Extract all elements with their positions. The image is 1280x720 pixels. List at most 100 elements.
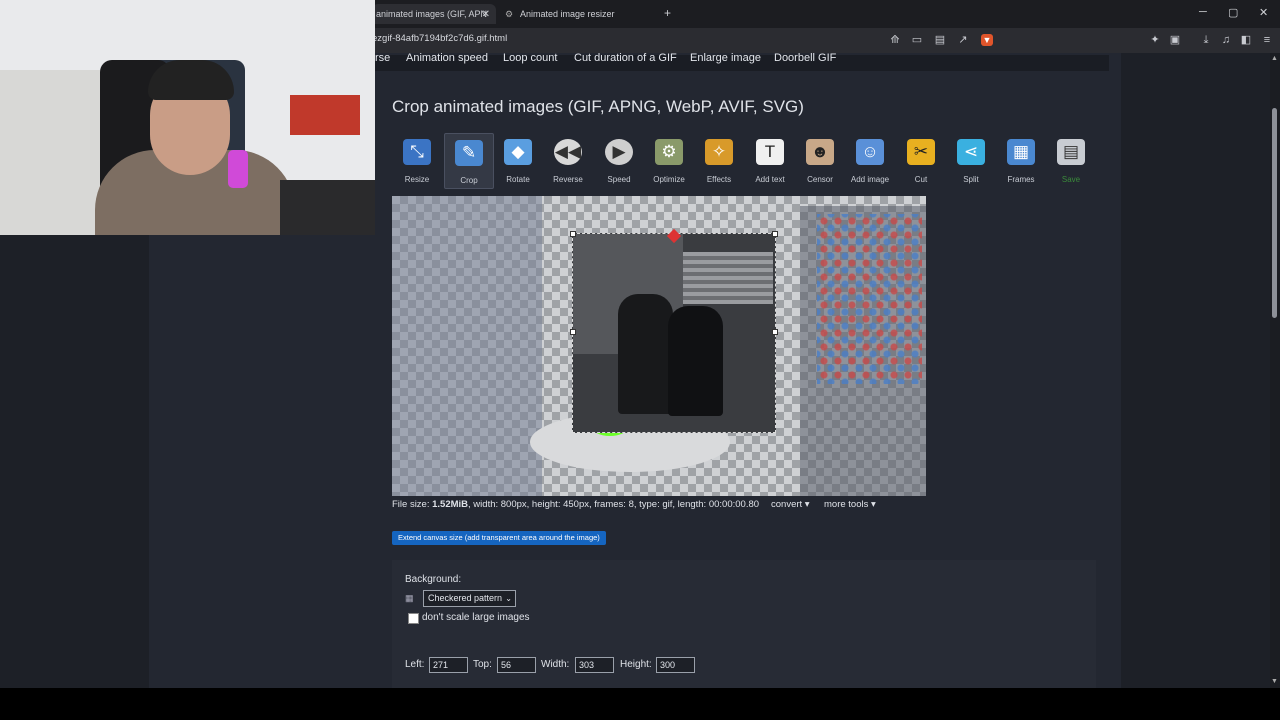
- nav-link-enlarge-image[interactable]: Enlarge image: [690, 52, 761, 64]
- crop-handle-e[interactable]: [772, 329, 778, 335]
- background-select[interactable]: Checkered pattern ⌄: [423, 590, 516, 607]
- left-input[interactable]: 271: [429, 657, 468, 673]
- tool-effects[interactable]: ✧ Effects: [695, 133, 743, 187]
- tab-other[interactable]: ⚙ Animated image resizer: [498, 4, 674, 24]
- scene-person: [618, 294, 673, 414]
- share-icon[interactable]: ↗: [957, 34, 969, 46]
- nav-link-loop-count[interactable]: Loop count: [503, 52, 557, 64]
- scrollbar-thumb[interactable]: [1272, 108, 1277, 318]
- top-input[interactable]: 56: [497, 657, 536, 673]
- resize-icon: ⤡: [403, 139, 431, 165]
- save-icon: ▤: [1057, 139, 1085, 165]
- add-text-icon: T: [756, 139, 784, 165]
- gear-favicon-icon: ⚙: [504, 9, 514, 19]
- tool-split[interactable]: ⋖ Split: [947, 133, 995, 187]
- url-field[interactable]: ezgif-84afb7194bf2c7d6.gif.html: [372, 33, 507, 44]
- extensions-icon[interactable]: ✦: [1149, 34, 1161, 46]
- add-image-icon: ☺: [856, 139, 884, 165]
- tool-speed[interactable]: ▶ Speed: [595, 133, 643, 187]
- left-label: Left:: [405, 659, 425, 670]
- tool-crop[interactable]: ✎ Crop: [444, 133, 494, 189]
- bottom-bar: [0, 688, 1280, 720]
- page-title: Crop animated images (GIF, APNG, WebP, A…: [392, 97, 804, 116]
- chevron-down-icon: ⌄: [505, 594, 512, 603]
- dont-scale-label: don't scale large images: [422, 612, 530, 623]
- cast-icon[interactable]: ▭: [911, 34, 923, 46]
- tool-rotate[interactable]: ◆ Rotate: [494, 133, 542, 187]
- download-icon[interactable]: ⤓: [1200, 34, 1212, 46]
- speed-icon: ▶: [605, 139, 633, 165]
- tool-label: Rotate: [506, 175, 530, 184]
- height-label: Height:: [620, 659, 652, 670]
- tool-label: Effects: [706, 175, 732, 184]
- tool-save[interactable]: ▤ Save: [1047, 133, 1095, 187]
- webcam-overlay: [0, 0, 375, 235]
- scissors-icon: ✂: [907, 139, 935, 165]
- tool-optimize[interactable]: ⚙ Optimize: [645, 133, 693, 187]
- file-size-label: File size:: [392, 499, 433, 510]
- crop-handle-w[interactable]: [570, 329, 576, 335]
- music-icon[interactable]: ♫: [1220, 34, 1232, 46]
- scroll-down-icon[interactable]: ▼: [1271, 678, 1278, 685]
- sidebar-icon[interactable]: ◧: [1240, 34, 1252, 46]
- close-window-button[interactable]: ✕: [1259, 6, 1268, 19]
- tool-label: Add image: [850, 175, 890, 184]
- tool-add-image[interactable]: ☺ Add image: [846, 133, 894, 187]
- tool-cut[interactable]: ✂ Cut: [897, 133, 945, 187]
- close-tab-icon[interactable]: ✕: [482, 9, 490, 20]
- width-label: Width:: [541, 659, 570, 670]
- nav-link-cut-duration[interactable]: Cut duration of a GIF: [574, 52, 677, 64]
- top-label: Top:: [473, 659, 492, 670]
- more-tools-dropdown[interactable]: more tools ▾: [824, 499, 876, 510]
- tool-frames[interactable]: ▦ Frames: [997, 133, 1045, 187]
- tool-reverse[interactable]: ◀◀ Reverse: [544, 133, 592, 187]
- webcam-microphone: [228, 150, 248, 188]
- webcam-desk: [280, 180, 375, 235]
- crop-handle-ne[interactable]: [772, 231, 778, 237]
- tool-censor[interactable]: ☻ Censor: [796, 133, 844, 187]
- wallet-icon[interactable]: ▣: [1169, 34, 1181, 46]
- nav-link-rse[interactable]: rse: [375, 52, 390, 64]
- tool-label: Resize: [404, 175, 430, 184]
- dont-scale-checkbox[interactable]: [408, 613, 419, 624]
- scene-person: [668, 306, 723, 416]
- tool-label: Frames: [1007, 175, 1035, 184]
- maximize-button[interactable]: ▢: [1228, 6, 1238, 19]
- new-tab-button[interactable]: +: [664, 6, 671, 20]
- reverse-icon: ◀◀: [554, 139, 582, 165]
- reader-icon[interactable]: ▤: [934, 34, 946, 46]
- crop-selection[interactable]: [572, 233, 776, 433]
- checker-pattern-icon: ▦: [405, 593, 414, 603]
- translate-icon[interactable]: ⟰: [889, 34, 901, 46]
- nav-link-doorbell-gif[interactable]: Doorbell GIF: [774, 52, 836, 64]
- scene-left-door: [392, 196, 542, 496]
- effects-icon: ✧: [705, 139, 733, 165]
- webcam-shelf: [290, 95, 360, 135]
- tab-active[interactable]: animated images (GIF, APN ✕: [372, 4, 496, 24]
- scene-window-blind: [683, 252, 773, 304]
- tool-add-text[interactable]: T Add text: [746, 133, 794, 187]
- width-input[interactable]: 303: [575, 657, 614, 673]
- file-details: , width: 800px, height: 450px, frames: 8…: [468, 499, 760, 510]
- censor-icon: ☻: [806, 139, 834, 165]
- image-preview[interactable]: [392, 196, 926, 496]
- minimize-button[interactable]: ─: [1199, 6, 1207, 18]
- tab-other-title: Animated image resizer: [520, 9, 615, 19]
- brave-shield-icon[interactable]: ▼: [981, 34, 993, 46]
- menu-icon[interactable]: ≡: [1261, 34, 1273, 46]
- tool-label: Save: [1061, 175, 1081, 184]
- tool-label: Reverse: [553, 175, 583, 184]
- extend-canvas-button[interactable]: Extend canvas size (add transparent area…: [392, 531, 606, 545]
- rotate-icon: ◆: [504, 139, 532, 165]
- height-input[interactable]: 300: [656, 657, 695, 673]
- tool-label: Add text: [755, 175, 785, 184]
- tool-label: Cut: [914, 175, 928, 184]
- nav-link-animation-speed[interactable]: Animation speed: [406, 52, 488, 64]
- tool-label: Censor: [807, 175, 833, 184]
- fridge-magnets: [817, 214, 922, 384]
- convert-dropdown[interactable]: convert ▾: [771, 499, 810, 510]
- crop-handle-nw[interactable]: [570, 231, 576, 237]
- file-info: File size: 1.52MiB, width: 800px, height…: [392, 499, 759, 510]
- scroll-up-icon[interactable]: ▲: [1271, 55, 1278, 62]
- tool-resize[interactable]: ⤡ Resize: [393, 133, 441, 187]
